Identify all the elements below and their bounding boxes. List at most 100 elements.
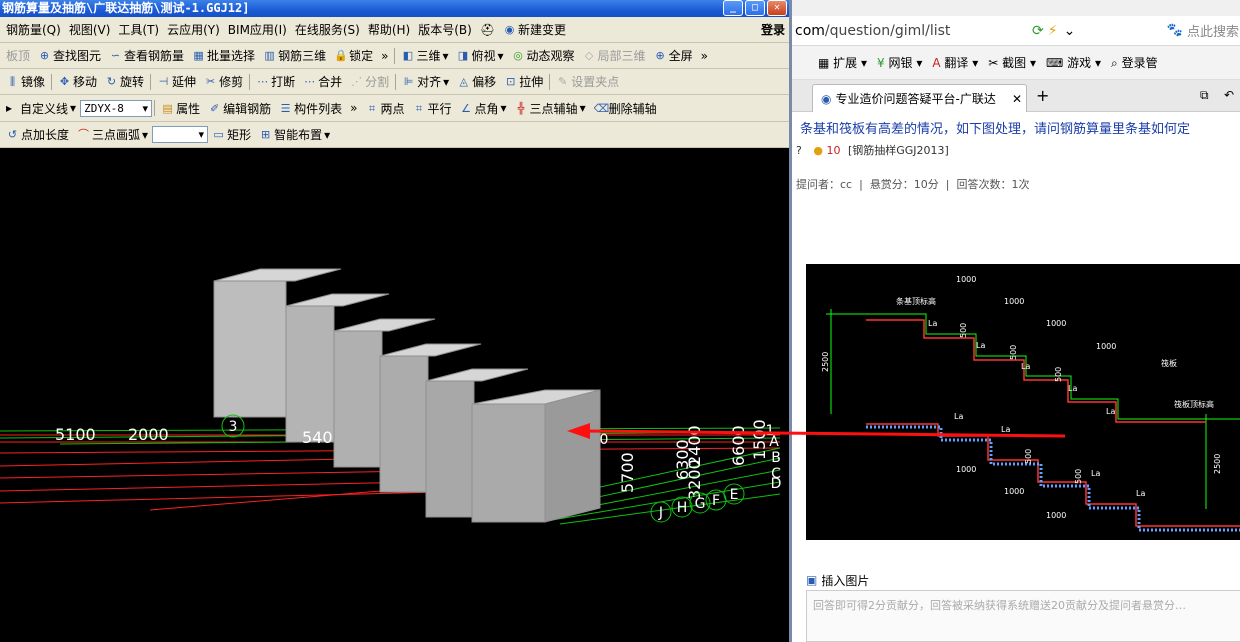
- delete-axis-button[interactable]: ⌫ 删除辅轴: [590, 95, 661, 121]
- change-icon: ◉: [504, 23, 515, 36]
- component-list-button[interactable]: ☰ 构件列表: [275, 95, 346, 121]
- properties-button[interactable]: ▤ 属性: [157, 95, 204, 121]
- question-title[interactable]: 条基和筏板有高差的情况，如下图处理，请问钢筋算量里条基如何定: [800, 120, 1240, 140]
- insert-image-button[interactable]: ▣ 插入图片: [806, 570, 1240, 590]
- refresh-icon[interactable]: ⟳: [1032, 23, 1044, 39]
- cad-dim-1000: 1000: [956, 275, 976, 284]
- align-icon: ⊫: [403, 75, 414, 88]
- extend-button[interactable]: ⊣ 延伸: [153, 69, 200, 94]
- close-tab-icon[interactable]: ✕: [1012, 92, 1026, 106]
- three-point-axis-dropdown[interactable]: ╬ 三点辅轴 ▾: [511, 95, 590, 121]
- menu-rebar[interactable]: 钢筋量(Q): [2, 17, 65, 42]
- translate-button[interactable]: A 翻译 ▾: [932, 54, 978, 71]
- svg-text:La: La: [1106, 407, 1115, 416]
- menu-view[interactable]: 视图(V): [65, 17, 115, 42]
- login-link[interactable]: 登录: [757, 17, 789, 42]
- break-button[interactable]: ⋯ 打断: [252, 69, 299, 94]
- dim-540: 540: [302, 428, 333, 447]
- orbit-icon: ◎: [513, 49, 523, 62]
- svg-text:1000: 1000: [956, 465, 976, 474]
- batch-select-button[interactable]: ▦ 批量选择: [188, 43, 259, 68]
- lock-icon: 🔒: [334, 49, 348, 62]
- coin-icon: ●: [813, 144, 823, 157]
- align-dropdown[interactable]: ⊫ 对齐 ▾: [398, 69, 453, 94]
- trim-button[interactable]: ✂ 修剪: [200, 69, 247, 94]
- 3d-view-dropdown[interactable]: ◧ 三维 ▾: [397, 43, 452, 68]
- two-point-button[interactable]: ⌗ 两点: [361, 95, 408, 121]
- new-tab-button[interactable]: +: [1036, 86, 1049, 105]
- maximize-button[interactable]: □: [745, 0, 765, 16]
- extension-icon: ▦: [818, 56, 830, 70]
- menu-cloud[interactable]: 云应用(Y): [163, 17, 224, 42]
- find-element-button[interactable]: ⊕ 查找图元: [34, 43, 105, 68]
- custom-line-dropdown[interactable]: 自定义线 ▾: [16, 95, 80, 121]
- back-icon[interactable]: ↶: [1224, 88, 1234, 102]
- rebar-icon: ∽: [110, 49, 121, 62]
- move-button[interactable]: ✥ 移动: [54, 69, 101, 94]
- break-icon: ⋯: [257, 75, 269, 88]
- cube-icon: ◧: [402, 49, 414, 62]
- set-grip-button[interactable]: ✎ 设置夹点: [552, 69, 623, 94]
- merge-button[interactable]: ⋯ 合并: [299, 69, 346, 94]
- split-button[interactable]: ⋰ 分割: [346, 69, 393, 94]
- dim-5100: 5100: [55, 425, 96, 444]
- axis-F: F: [712, 493, 720, 509]
- binoculars-icon: ⊕: [39, 49, 50, 62]
- question-category[interactable]: [钢筋抽样GGJ2013]: [848, 144, 949, 157]
- rotate-button[interactable]: ↻ 旋转: [101, 69, 148, 94]
- menu-online[interactable]: 在线服务(S): [291, 17, 364, 42]
- menu-help[interactable]: 帮助(H): [364, 17, 414, 42]
- properties-icon: ▤: [162, 101, 173, 115]
- address-bar[interactable]: com/question/giml/list ⟳ ⚡ ⌄ 🐾 点此搜索: [792, 16, 1240, 46]
- tab-answer-platform[interactable]: ◉ 专业造价问题答疑平台-广联达 ✕: [812, 84, 1027, 112]
- smart-layout-dropdown[interactable]: ⊞ 智能布置 ▾: [255, 122, 334, 147]
- helmet-icon[interactable]: ⛑: [476, 17, 499, 42]
- mirror-button[interactable]: ⫼ 镜像: [2, 69, 49, 94]
- extension-button[interactable]: ▦ 扩展 ▾: [818, 54, 867, 71]
- axis-3: 3: [229, 419, 238, 435]
- board-top-button[interactable]: 板顶: [2, 43, 34, 68]
- arc-mode-select[interactable]: ▾: [152, 126, 209, 143]
- close-button[interactable]: ✕: [767, 0, 787, 16]
- answer-textarea[interactable]: 回答即可得2分贡献分，回答被采纳获得系统赠送20贡献分及提问者悬赏分…: [806, 590, 1240, 642]
- three-point-arc-dropdown[interactable]: ⌒ 三点画弧 ▾: [73, 122, 152, 147]
- dynamic-orbit-button[interactable]: ◎ 动态观察: [508, 43, 579, 68]
- lightning-icon[interactable]: ⚡: [1048, 23, 1058, 39]
- fullscreen-button[interactable]: ⊕ 全屏: [650, 43, 697, 68]
- offset-button[interactable]: ◬ 偏移: [453, 69, 500, 94]
- new-change-button[interactable]: ◉ 新建变更: [499, 17, 570, 42]
- rectangle-button[interactable]: ▭ 矩形: [208, 122, 255, 147]
- edit-rebar-button[interactable]: ✐ 编辑钢筋: [204, 95, 275, 121]
- cad-label-raft: 筏板: [1161, 358, 1177, 368]
- point-length-button[interactable]: ↺ 点加长度: [2, 122, 73, 147]
- rebar-3d-button[interactable]: ▥ 钢筋三维: [259, 43, 330, 68]
- local-3d-button[interactable]: ◇ 局部三维: [579, 43, 650, 68]
- minimize-button[interactable]: _: [723, 0, 743, 16]
- menu-tools[interactable]: 工具(T): [114, 17, 163, 42]
- point-angle-dropdown[interactable]: ∠ 点角 ▾: [456, 95, 511, 121]
- top-view-dropdown[interactable]: ◨ 俯视 ▾: [452, 43, 507, 68]
- scissors-icon: ✂: [988, 56, 999, 70]
- edit-rebar-icon: ✐: [209, 101, 220, 115]
- toolbar-shape: ↺ 点加长度 ⌒ 三点画弧 ▾ ▾ ▭ 矩形 ⊞ 智能布置 ▾: [0, 122, 789, 148]
- chevron-down-icon[interactable]: ⌄: [1064, 23, 1076, 39]
- 3d-viewport[interactable]: 5100 2000 540 5700 6300 3200 2400 6600 1…: [0, 148, 789, 642]
- restore-icon[interactable]: ⧉: [1200, 88, 1209, 103]
- stretch-button[interactable]: ⊡ 拉伸: [500, 69, 547, 94]
- lock-button[interactable]: 🔒 锁定: [330, 43, 377, 68]
- svg-text:La: La: [1091, 469, 1100, 478]
- login-manager-button[interactable]: ⌕ 登录管: [1111, 54, 1158, 71]
- stair-foundation-3d: [213, 268, 601, 523]
- game-button[interactable]: ⌨ 游戏 ▾: [1046, 54, 1101, 71]
- svg-text:La: La: [1001, 425, 1010, 434]
- zdyx-select[interactable]: ZDYX-8 ▾: [80, 99, 153, 117]
- bank-button[interactable]: ¥ 网银 ▾: [877, 54, 922, 71]
- parallel-button[interactable]: ⌗ 平行: [408, 95, 455, 121]
- search-box[interactable]: 🐾 点此搜索: [1167, 21, 1240, 40]
- menu-version[interactable]: 版本号(B): [414, 17, 476, 42]
- menu-bim[interactable]: BIM应用(I): [224, 17, 291, 42]
- view-rebar-button[interactable]: ∽ 查看钢筋量: [105, 43, 188, 68]
- screenshot-button[interactable]: ✂ 截图 ▾: [988, 54, 1036, 71]
- search-icon: ⌕: [1111, 56, 1118, 70]
- toolbar-edit: ⫼ 镜像 ✥ 移动 ↻ 旋转 ⊣ 延伸 ✂ 修剪 ⋯ 打断 ⋯ 合并 ⋰ 分割 ⊫ 对齐 ▾ ◬ 偏…: [0, 69, 789, 95]
